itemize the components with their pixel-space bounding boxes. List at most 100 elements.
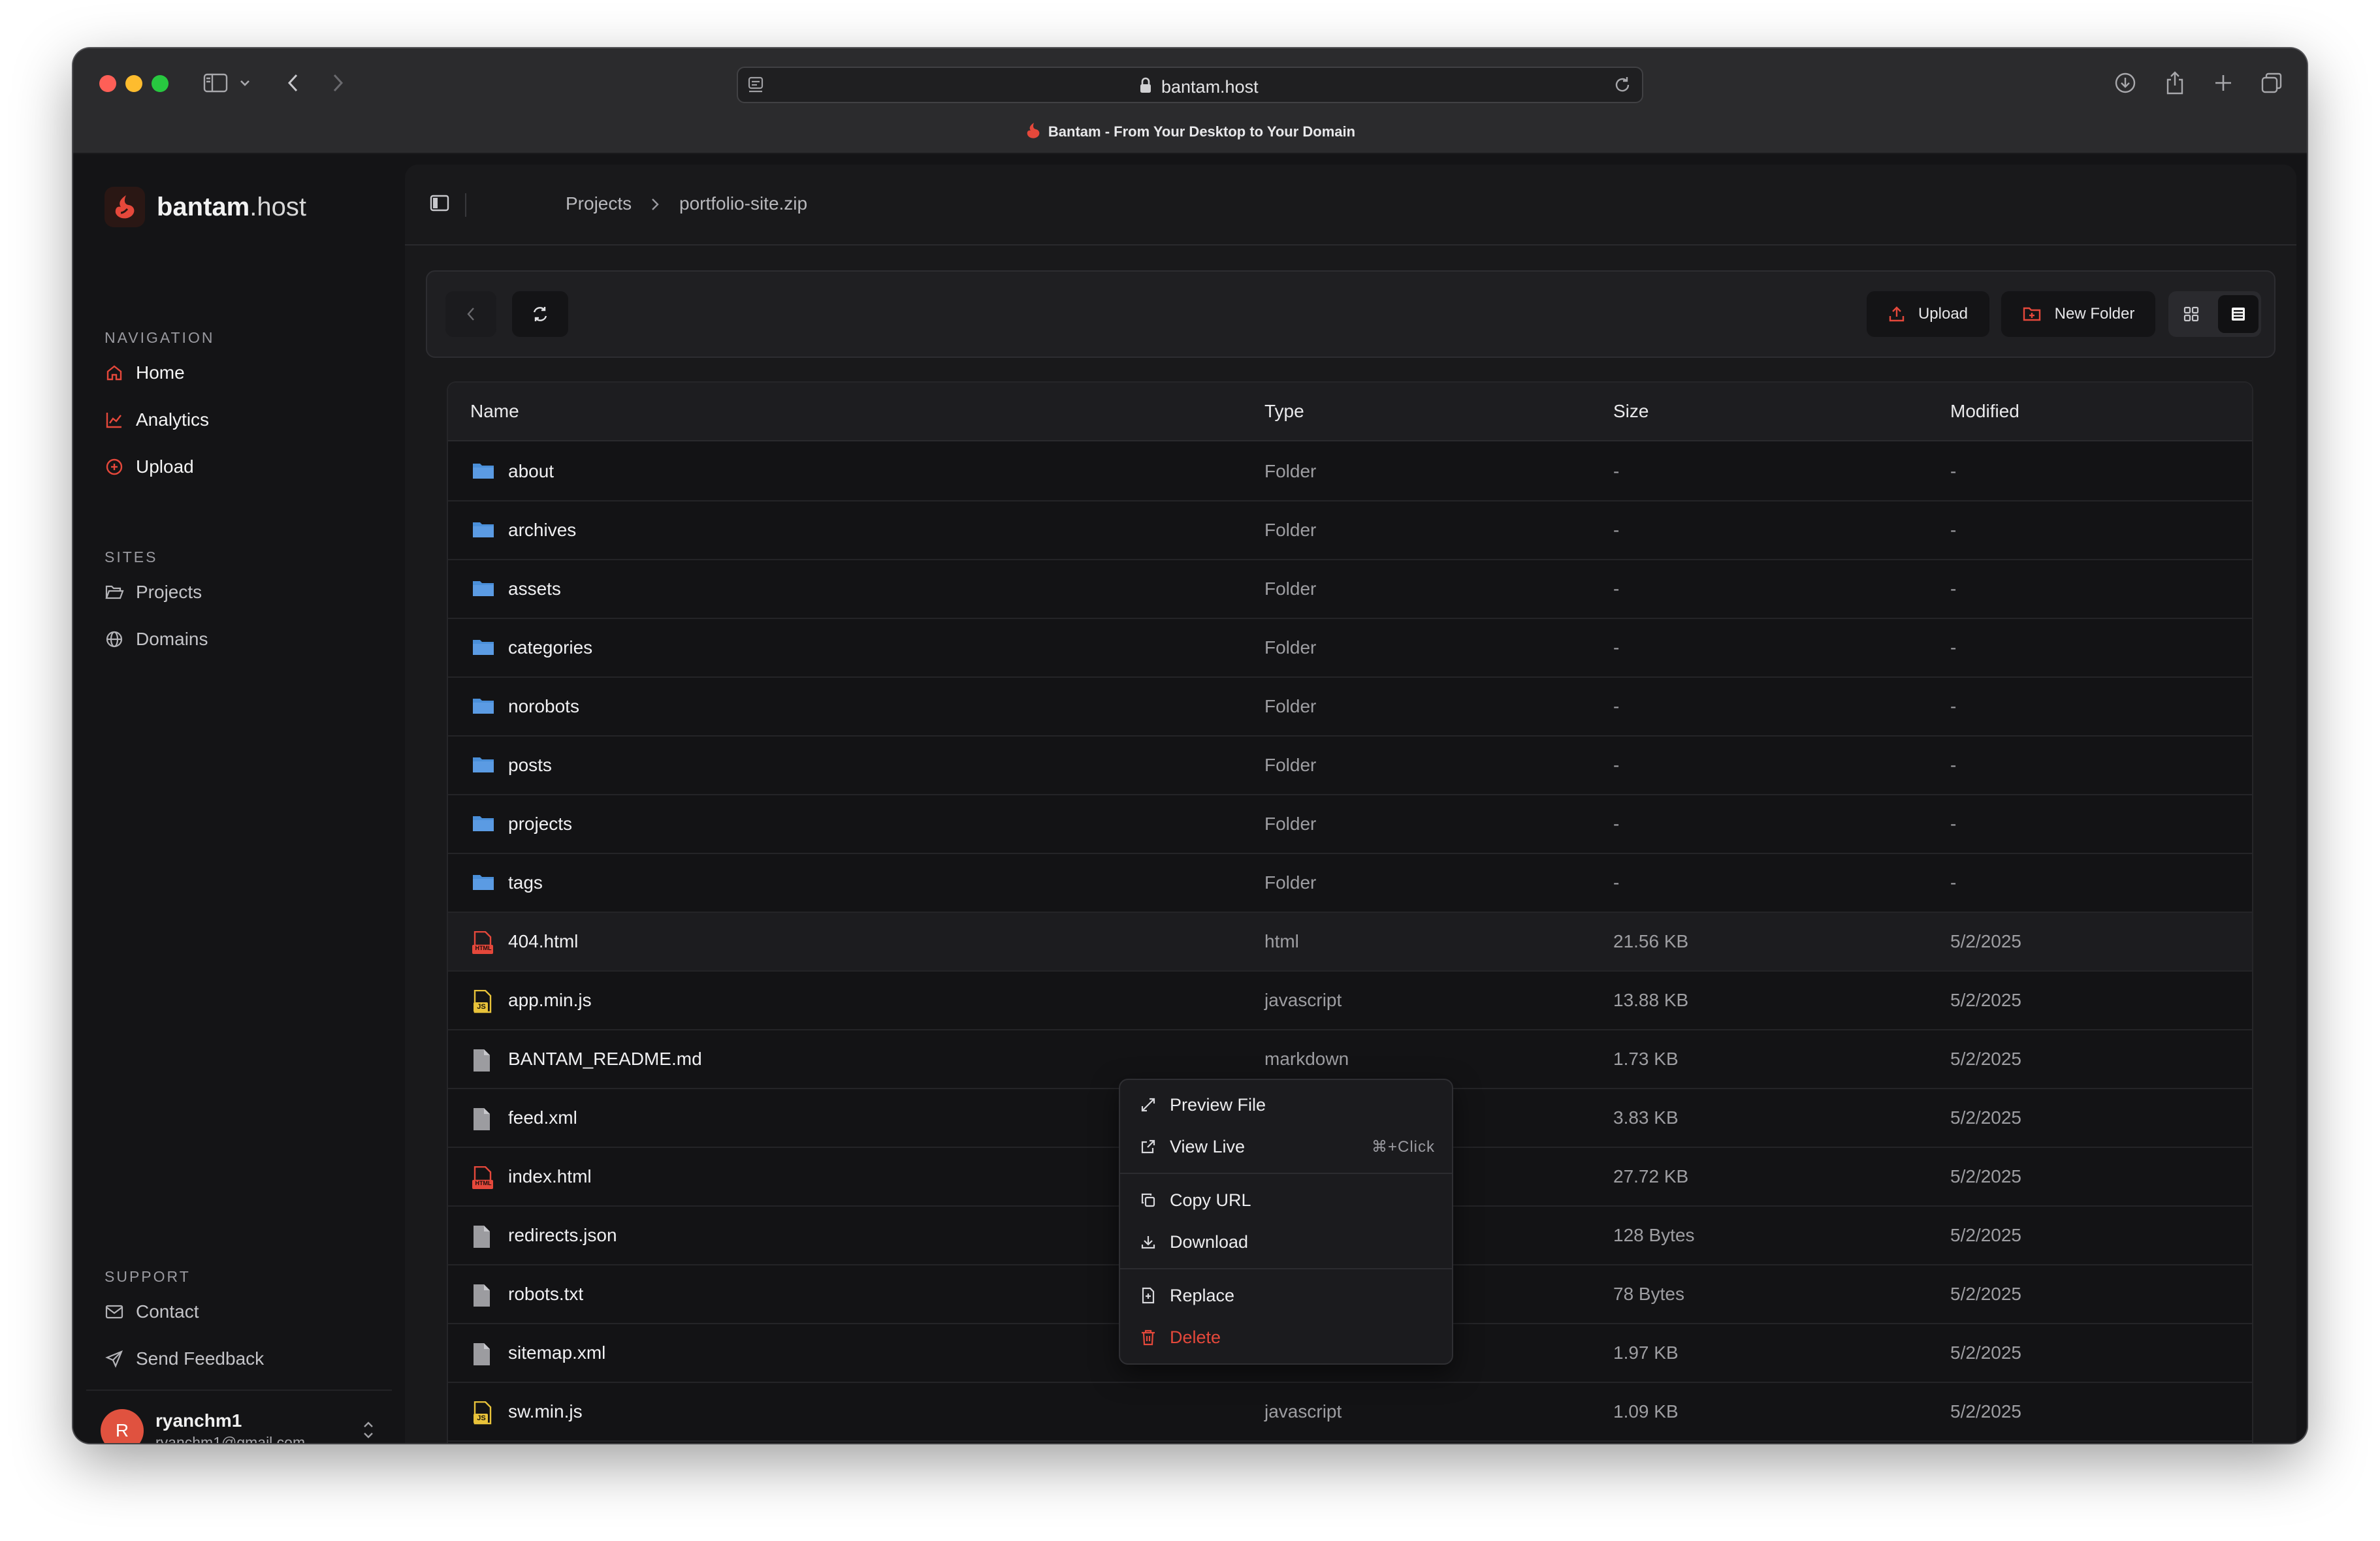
sidebar-item-projects[interactable]: Projects [105, 573, 379, 611]
cell-size: 27.72 KB [1613, 1166, 1689, 1186]
address-bar[interactable]: bantam.host [737, 67, 1643, 103]
cell-type: Folder [1264, 872, 1317, 893]
header-type[interactable]: Type [1264, 401, 1304, 422]
table-row[interactable]: assets Folder - - [448, 560, 2252, 619]
sidebar-item-send-feedback[interactable]: Send Feedback [105, 1340, 379, 1378]
header-name[interactable]: Name [470, 401, 519, 422]
menu-item-copy-url[interactable]: Copy URL [1120, 1181, 1452, 1220]
reader-icon[interactable] [747, 76, 764, 97]
sidebar-item-home[interactable]: Home [105, 354, 379, 392]
folder-icon [472, 520, 495, 542]
cell-name[interactable]: tags [508, 872, 543, 893]
html-badge: HTML [475, 945, 492, 951]
sidebar-item-domains[interactable]: Domains [105, 620, 379, 658]
active-tab[interactable]: Bantam - From Your Desktop to Your Domai… [73, 121, 2307, 144]
sidebar-item-label: Send Feedback [136, 1348, 265, 1369]
breadcrumb-projects[interactable]: Projects [566, 193, 632, 214]
upload-button[interactable]: Upload [1867, 291, 1989, 337]
panel-toggle-icon[interactable] [430, 195, 449, 215]
reload-icon[interactable] [1613, 76, 1632, 97]
back-button[interactable] [445, 291, 496, 337]
table-row[interactable]: JS sw.min.js javascript 1.09 KB 5/2/2025 [448, 1383, 2252, 1442]
cell-size: 21.56 KB [1613, 931, 1689, 951]
html-badge: HTML [475, 1180, 492, 1186]
table-row[interactable]: projects Folder - - [448, 795, 2252, 854]
cell-name[interactable]: norobots [508, 696, 579, 717]
avatar: R [101, 1409, 144, 1443]
menu-item-label: Copy URL [1170, 1190, 1251, 1210]
folder-icon [472, 461, 495, 483]
cell-name[interactable]: assets [508, 579, 561, 599]
table-row[interactable]: categories Folder - - [448, 619, 2252, 678]
list-view-button[interactable] [2218, 295, 2259, 333]
js-badge: JS [477, 1003, 486, 1011]
table-row[interactable]: norobots Folder - - [448, 678, 2252, 737]
table-row[interactable]: archives Folder - - [448, 501, 2252, 560]
cell-name[interactable]: feed.xml [508, 1107, 577, 1128]
user-menu[interactable]: R ryanchm1 ryanchm1@gmail.com [101, 1401, 388, 1443]
cell-name[interactable]: about [508, 461, 554, 482]
cell-name[interactable]: robots.txt [508, 1284, 583, 1305]
table-row[interactable]: about Folder - - [448, 443, 2252, 501]
refresh-icon [533, 307, 547, 321]
brand-logo[interactable]: bantam.host [105, 187, 306, 227]
cell-name[interactable]: 404.html [508, 931, 578, 952]
downloads-icon[interactable] [2108, 63, 2142, 103]
menu-item-download[interactable]: Download [1120, 1222, 1452, 1262]
table-row[interactable]: tags Folder - - [448, 854, 2252, 913]
cell-name[interactable]: app.min.js [508, 990, 592, 1011]
cell-name[interactable]: redirects.json [508, 1225, 617, 1246]
view-toggle [2168, 291, 2261, 337]
table-row[interactable]: posts Folder - - [448, 737, 2252, 795]
tab-title: Bantam - From Your Desktop to Your Domai… [1048, 123, 1356, 140]
forward-arrow-icon[interactable] [325, 63, 351, 103]
cell-size: - [1613, 520, 1620, 540]
cell-name[interactable]: index.html [508, 1166, 592, 1187]
sidebar-toggle-icon[interactable] [197, 63, 234, 103]
grid-view-button[interactable] [2171, 295, 2211, 333]
chart-icon [105, 410, 124, 430]
share-icon[interactable] [2158, 63, 2192, 103]
cell-name[interactable]: projects [508, 814, 572, 834]
table-row[interactable]: JS app.min.js javascript 13.88 KB 5/2/2025 [448, 972, 2252, 1030]
folder-icon [472, 814, 495, 836]
menu-item-view-live[interactable]: View Live ⌘+Click [1120, 1127, 1452, 1166]
file-icon [472, 1049, 495, 1072]
upload-button-label: Upload [1918, 305, 1969, 323]
table-row[interactable]: HTML 404.html html 21.56 KB 5/2/2025 [448, 913, 2252, 972]
menu-item-preview-file[interactable]: Preview File [1120, 1085, 1452, 1124]
cell-name[interactable]: categories [508, 637, 592, 658]
back-arrow-icon[interactable] [280, 63, 306, 103]
sidebar-item-contact[interactable]: Contact [105, 1293, 379, 1331]
chevron-up-down-icon[interactable] [362, 1420, 375, 1443]
menu-item-delete[interactable]: Delete [1120, 1318, 1452, 1357]
close-window-button[interactable] [99, 75, 116, 92]
file-icon [472, 1342, 495, 1365]
new-tab-icon[interactable] [2206, 63, 2240, 103]
cell-name[interactable]: BANTAM_README.md [508, 1049, 702, 1070]
header-size[interactable]: Size [1613, 401, 1648, 422]
sidebar-item-upload[interactable]: Upload [105, 448, 379, 486]
refresh-button[interactable] [512, 291, 568, 337]
address-url: bantam.host [1161, 77, 1259, 97]
file-replace-icon [1138, 1286, 1158, 1305]
cell-type: Folder [1264, 520, 1317, 540]
cell-modified: 5/2/2025 [1950, 1107, 2021, 1128]
cell-name[interactable]: sw.min.js [508, 1401, 583, 1422]
cell-size: 1.73 KB [1613, 1049, 1679, 1069]
tab-overview-icon[interactable] [2255, 63, 2289, 103]
js-badge: JS [477, 1414, 486, 1422]
zoom-window-button[interactable] [152, 75, 169, 92]
list-icon [2232, 308, 2245, 321]
cell-name[interactable]: sitemap.xml [508, 1342, 605, 1363]
cell-name[interactable]: posts [508, 755, 552, 776]
menu-item-replace[interactable]: Replace [1120, 1276, 1452, 1315]
header-modified[interactable]: Modified [1950, 401, 2019, 422]
external-link-icon [1138, 1137, 1158, 1156]
cell-name[interactable]: archives [508, 520, 576, 541]
new-folder-button[interactable]: New Folder [2001, 291, 2155, 337]
menu-item-label: Download [1170, 1231, 1249, 1252]
minimize-window-button[interactable] [125, 75, 142, 92]
sidebar-item-analytics[interactable]: Analytics [105, 401, 379, 439]
chevron-down-icon[interactable] [235, 63, 255, 103]
